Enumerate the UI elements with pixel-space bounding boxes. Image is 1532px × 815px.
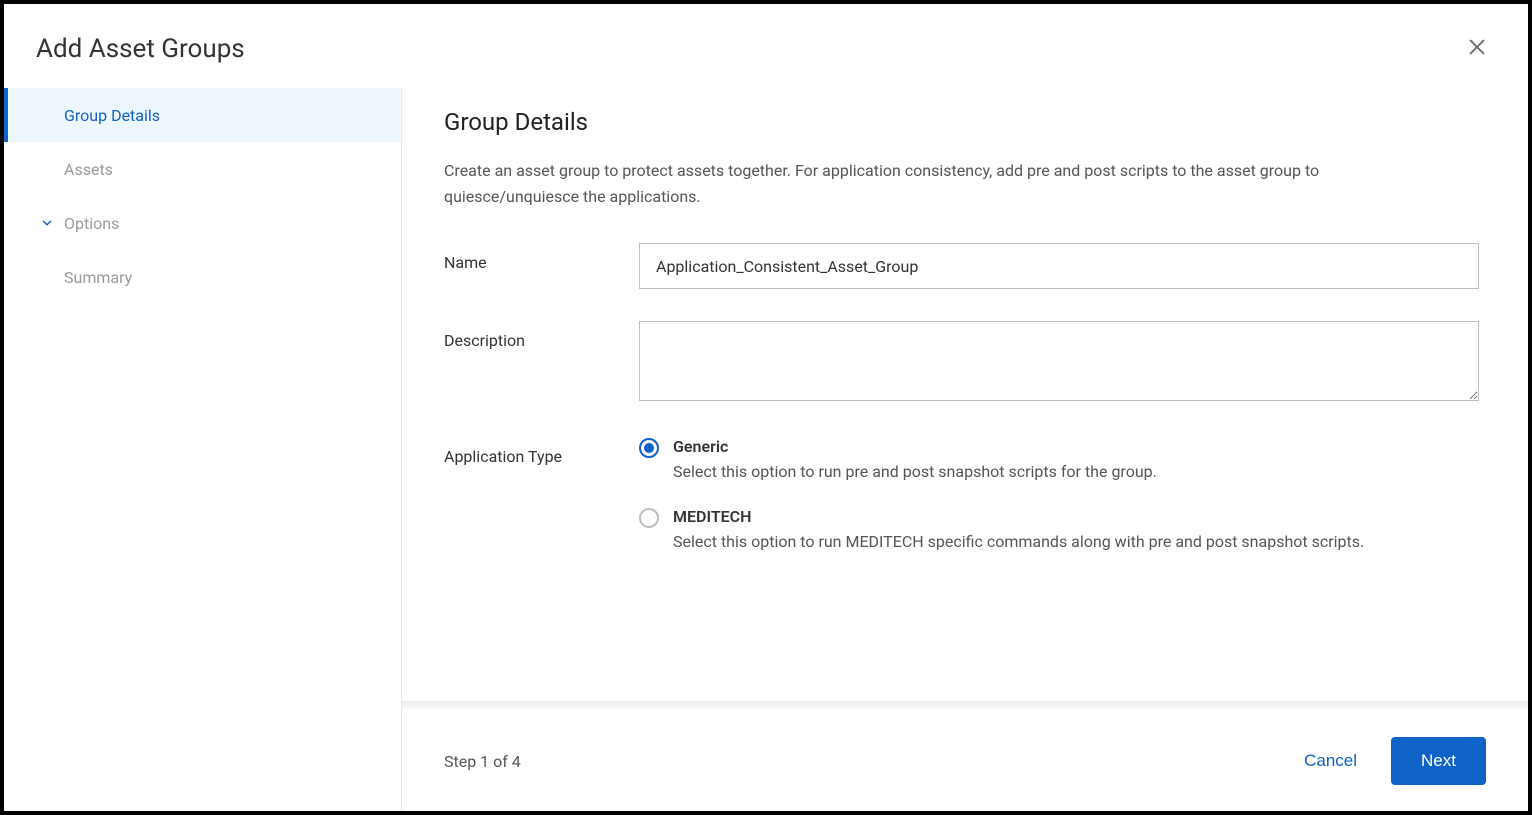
cancel-button[interactable]: Cancel — [1304, 751, 1357, 771]
sidebar-item-label: Assets — [64, 160, 113, 179]
radio-desc: Select this option to run MEDITECH speci… — [673, 532, 1479, 551]
form-row-description: Description — [444, 321, 1486, 405]
close-button[interactable] — [1458, 32, 1496, 66]
description-label: Description — [444, 321, 639, 350]
sidebar-item-label: Group Details — [64, 106, 160, 125]
radio-icon — [639, 508, 659, 528]
application-type-radio-group: Generic Select this option to run pre an… — [639, 437, 1479, 551]
description-input[interactable] — [639, 321, 1479, 401]
chevron-down-icon — [40, 216, 54, 230]
application-type-label: Application Type — [444, 437, 639, 466]
radio-icon — [639, 438, 659, 458]
modal-header: Add Asset Groups — [4, 4, 1528, 88]
footer-separator — [402, 701, 1528, 711]
form-row-name: Name — [444, 243, 1486, 289]
radio-text: Generic Select this option to run pre an… — [673, 437, 1479, 481]
add-asset-groups-modal: Add Asset Groups Group Details Assets Op… — [0, 0, 1532, 815]
sidebar-item-label: Summary — [64, 268, 132, 287]
name-input[interactable] — [639, 243, 1479, 289]
sidebar-item-summary[interactable]: Summary — [4, 250, 401, 304]
radio-title: MEDITECH — [673, 507, 1479, 526]
close-icon — [1466, 34, 1488, 64]
step-indicator: Step 1 of 4 — [444, 752, 521, 771]
radio-option-generic[interactable]: Generic Select this option to run pre an… — [639, 437, 1479, 481]
next-button[interactable]: Next — [1391, 737, 1486, 785]
page-title: Group Details — [444, 108, 1486, 136]
main-panel: Group Details Create an asset group to p… — [402, 88, 1528, 811]
radio-text: MEDITECH Select this option to run MEDIT… — [673, 507, 1479, 551]
footer-actions: Cancel Next — [1304, 737, 1486, 785]
sidebar-item-options[interactable]: Options — [4, 196, 401, 250]
page-intro-text: Create an asset group to protect assets … — [444, 158, 1444, 209]
modal-body: Group Details Assets Options Summary Gro… — [4, 88, 1528, 811]
sidebar-item-assets[interactable]: Assets — [4, 142, 401, 196]
main-content: Group Details Create an asset group to p… — [402, 88, 1528, 701]
wizard-footer: Step 1 of 4 Cancel Next — [402, 711, 1528, 811]
sidebar-item-label: Options — [64, 214, 119, 233]
radio-title: Generic — [673, 437, 1479, 456]
radio-option-meditech[interactable]: MEDITECH Select this option to run MEDIT… — [639, 507, 1479, 551]
wizard-sidebar: Group Details Assets Options Summary — [4, 88, 402, 811]
name-label: Name — [444, 243, 639, 272]
modal-title: Add Asset Groups — [36, 34, 245, 64]
form-row-application-type: Application Type Generic Select this opt… — [444, 437, 1486, 551]
radio-desc: Select this option to run pre and post s… — [673, 462, 1479, 481]
sidebar-item-group-details[interactable]: Group Details — [4, 88, 401, 142]
